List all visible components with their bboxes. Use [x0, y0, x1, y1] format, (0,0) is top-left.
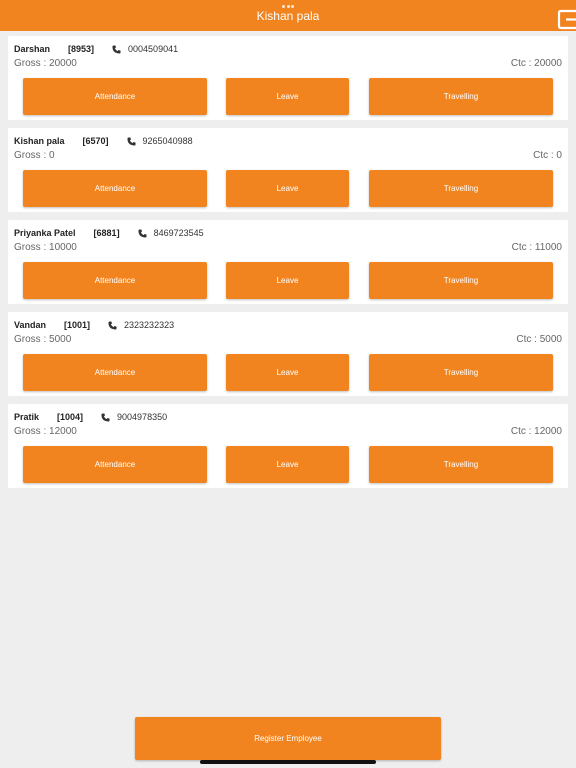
attendance-button[interactable]: Attendance [23, 170, 207, 207]
gross-salary: Gross : 12000 [14, 426, 77, 437]
ctc-salary: Ctc : 5000 [516, 334, 562, 345]
employee-code: [8953] [68, 44, 95, 54]
leave-button[interactable]: Leave [226, 78, 349, 115]
employee-phone[interactable]: 9265040988 [143, 136, 193, 146]
leave-button[interactable]: Leave [226, 262, 349, 299]
travelling-button[interactable]: Travelling [369, 262, 553, 299]
employee-name: Priyanka Patel [14, 228, 76, 238]
phone-icon [108, 320, 117, 330]
attendance-button[interactable]: Attendance [23, 262, 207, 299]
employee-code: [1001] [64, 320, 91, 330]
employee-list: Darshan [8953] 0004509041 Gross : 20000 … [8, 36, 568, 496]
employee-info-row: Darshan [8953] 0004509041 [14, 43, 178, 55]
employee-name: Pratik [14, 412, 40, 422]
gross-salary: Gross : 5000 [14, 334, 72, 345]
travelling-button[interactable]: Travelling [369, 170, 553, 207]
ctc-salary: Ctc : 0 [533, 150, 562, 161]
phone-icon [101, 412, 110, 422]
logout-icon[interactable] [557, 8, 576, 31]
employee-info-row: Priyanka Patel [6881] 8469723545 [14, 227, 204, 239]
employee-phone[interactable]: 2323232323 [124, 320, 174, 330]
travelling-button[interactable]: Travelling [369, 446, 553, 483]
attendance-button[interactable]: Attendance [23, 446, 207, 483]
employee-name: Kishan pala [14, 136, 65, 146]
gross-salary: Gross : 10000 [14, 242, 77, 253]
gross-salary: Gross : 0 [14, 150, 55, 161]
ctc-salary: Ctc : 20000 [510, 58, 562, 69]
travelling-button[interactable]: Travelling [369, 78, 553, 115]
phone-icon [126, 136, 136, 146]
phone-icon [138, 228, 147, 238]
employee-code: [1004] [57, 412, 84, 422]
leave-button[interactable]: Leave [226, 446, 349, 483]
employee-card: Darshan [8953] 0004509041 Gross : 20000 … [8, 36, 568, 120]
employee-card: Vandan [1001] 2323232323 Gross : 5000 Ct… [8, 312, 568, 396]
multitasking-dots[interactable] [282, 5, 294, 8]
travelling-button[interactable]: Travelling [369, 354, 553, 391]
employee-phone[interactable]: 8469723545 [154, 228, 204, 238]
employee-info-row: Vandan [1001] 2323232323 [14, 319, 174, 331]
ctc-salary: Ctc : 11000 [511, 242, 562, 253]
employee-card: Kishan pala [6570] 9265040988 Gross : 0 … [8, 128, 568, 212]
employee-card: Priyanka Patel [6881] 8469723545 Gross :… [8, 220, 568, 304]
employee-card: Pratik [1004] 9004978350 Gross : 12000 C… [8, 404, 568, 488]
employee-name: Darshan [14, 44, 51, 54]
leave-button[interactable]: Leave [226, 170, 349, 207]
phone-icon [112, 44, 121, 54]
employee-info-row: Pratik [1004] 9004978350 [14, 411, 167, 423]
employee-code: [6881] [93, 228, 120, 238]
employee-phone[interactable]: 0004509041 [128, 44, 178, 54]
employee-phone[interactable]: 9004978350 [117, 412, 167, 422]
employee-info-row: Kishan pala [6570] 9265040988 [14, 135, 193, 147]
register-employee-button[interactable]: Register Employee [135, 717, 441, 760]
leave-button[interactable]: Leave [226, 354, 349, 391]
ctc-salary: Ctc : 12000 [510, 426, 562, 437]
page-title: Kishan pala [256, 9, 320, 23]
gross-salary: Gross : 20000 [14, 58, 77, 69]
attendance-button[interactable]: Attendance [23, 354, 207, 391]
employee-code: [6570] [82, 136, 109, 146]
app-header: Kishan pala [0, 0, 576, 31]
employee-name: Vandan [14, 320, 47, 330]
home-indicator[interactable] [200, 760, 376, 764]
attendance-button[interactable]: Attendance [23, 78, 207, 115]
